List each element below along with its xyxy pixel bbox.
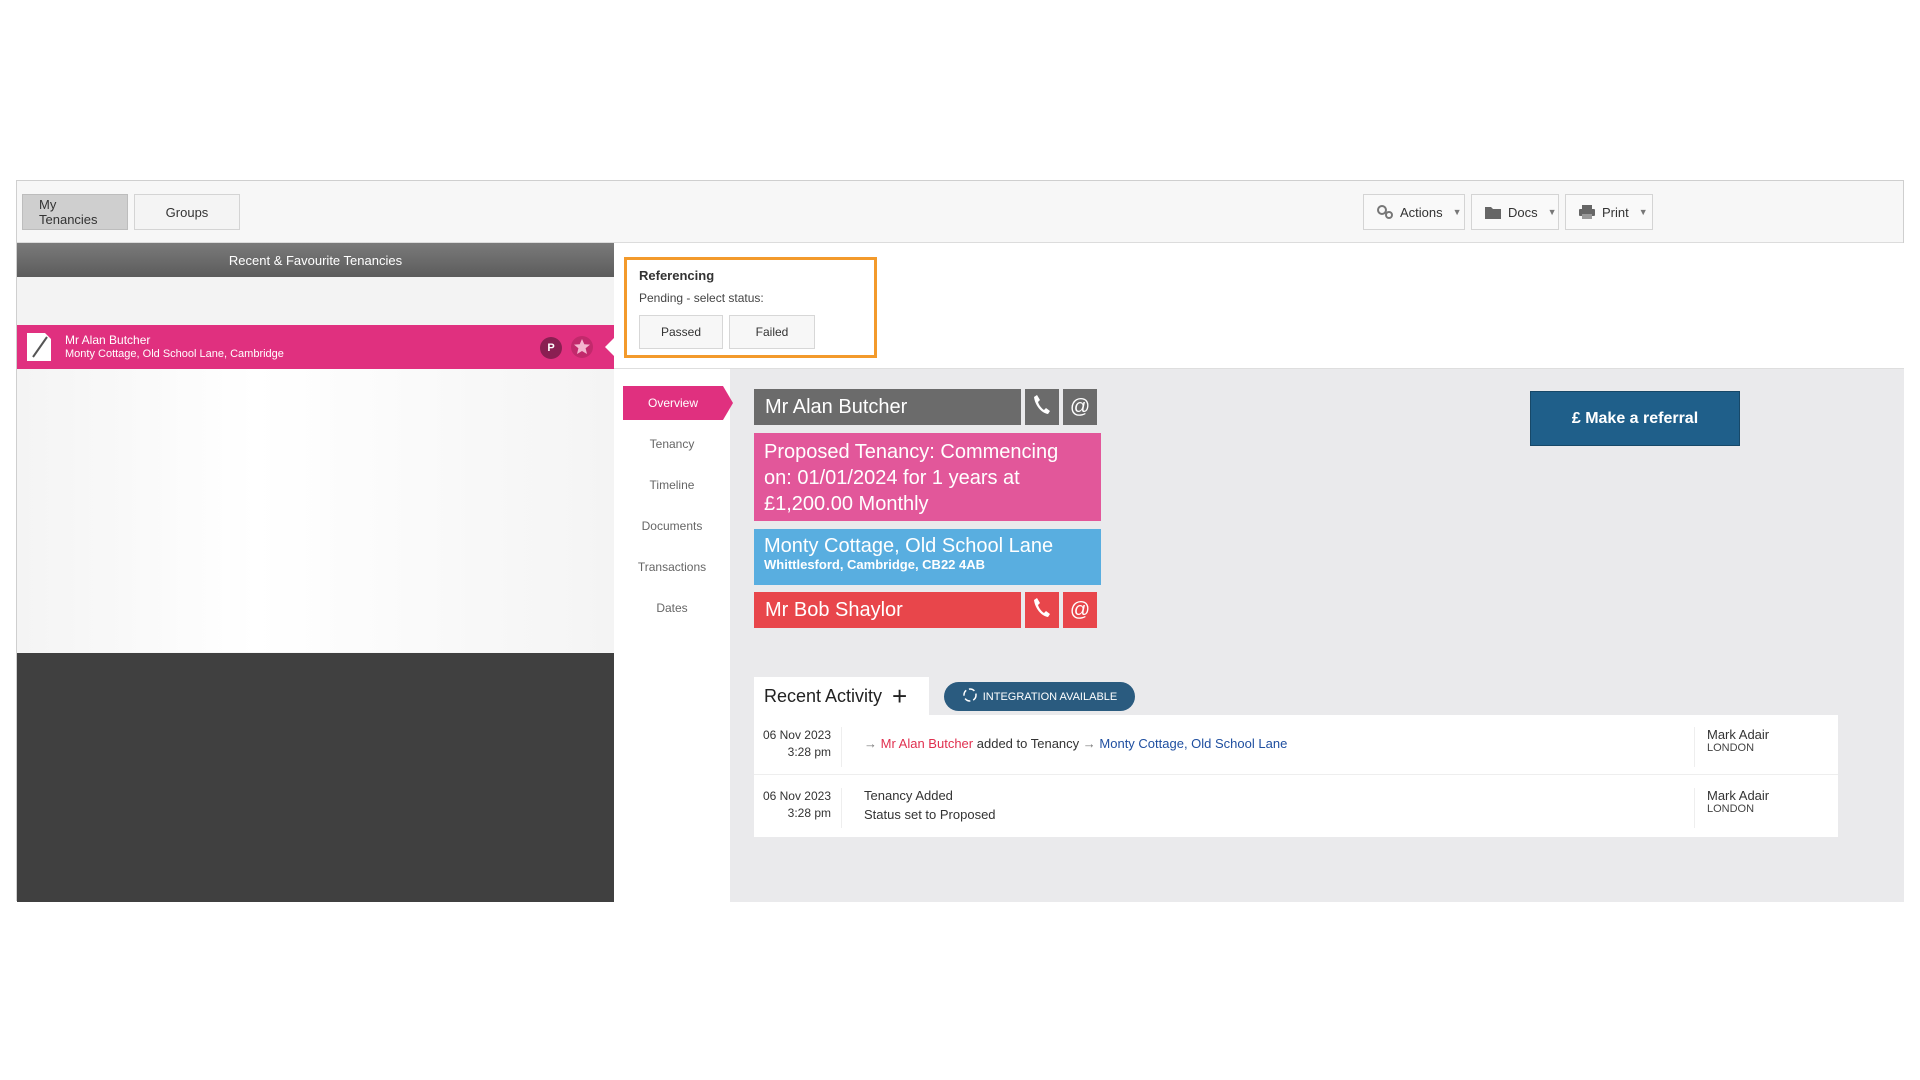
- subnav-documents[interactable]: Documents: [614, 509, 730, 543]
- printer-icon: [1578, 204, 1596, 220]
- activity-time: 3:28 pm: [787, 806, 831, 820]
- sync-icon: [962, 687, 978, 706]
- property-card[interactable]: Monty Cottage, Old School Lane Whittlesf…: [754, 529, 1101, 585]
- table-row: 06 Nov 2023 3:28 pm Tenancy Added Status…: [754, 776, 1838, 836]
- activity-user-location: LONDON: [1707, 803, 1755, 815]
- activity-user: Mark Adair LONDON: [1694, 788, 1838, 828]
- activity-user-name: Mark Adair: [1707, 727, 1770, 742]
- table-row: 06 Nov 2023 3:28 pm → Mr Alan Butcher ad…: [754, 715, 1838, 775]
- caret-down-icon: ▼: [1638, 207, 1648, 217]
- activity-description: → Mr Alan Butcher added to Tenancy → Mon…: [864, 734, 1287, 753]
- print-label: Print: [1602, 204, 1629, 220]
- gears-icon: [1376, 204, 1394, 220]
- activity-time: 3:28 pm: [787, 745, 831, 759]
- docs-button[interactable]: Docs ▼: [1471, 194, 1559, 230]
- activity-action: added to Tenancy: [976, 736, 1080, 751]
- tenant-name: Mr Alan Butcher: [765, 395, 908, 418]
- activity-line2: Status set to Proposed: [864, 807, 996, 822]
- star-icon[interactable]: [570, 335, 594, 359]
- email-at-icon: @: [1069, 598, 1091, 621]
- referencing-subtitle: Pending - select status:: [639, 291, 764, 305]
- activity-person-link[interactable]: Mr Alan Butcher: [881, 736, 974, 751]
- make-referral-button[interactable]: £ Make a referral: [1530, 391, 1740, 446]
- subnav-dates[interactable]: Dates: [614, 591, 730, 625]
- actions-label: Actions: [1400, 204, 1443, 220]
- referencing-title: Referencing: [639, 268, 715, 283]
- activity-datetime: 06 Nov 2023 3:28 pm: [754, 788, 842, 828]
- tenant-name-bar[interactable]: Mr Alan Butcher: [754, 389, 1021, 425]
- phone-icon: [1032, 393, 1052, 421]
- tenancy-list-item[interactable]: Mr Alan Butcher Monty Cottage, Old Schoo…: [17, 325, 615, 369]
- property-address-line1: Monty Cottage, Old School Lane: [764, 535, 1054, 557]
- subnav-timeline[interactable]: Timeline: [614, 468, 730, 502]
- tenant-email-button[interactable]: @: [1063, 389, 1097, 425]
- activity-date: 06 Nov 2023: [762, 728, 831, 742]
- proposed-badge: P: [540, 337, 562, 359]
- passed-button[interactable]: Passed: [639, 315, 723, 349]
- activity-datetime: 06 Nov 2023 3:28 pm: [754, 727, 842, 767]
- activity-line1: Tenancy Added: [864, 788, 953, 803]
- activity-user: Mark Adair LONDON: [1694, 727, 1838, 767]
- integration-label: INTEGRATION AVAILABLE: [982, 690, 1118, 703]
- activity-user-location: LONDON: [1707, 742, 1755, 754]
- failed-button[interactable]: Failed: [729, 315, 815, 349]
- caret-down-icon: ▼: [1452, 207, 1462, 217]
- subnav-transactions[interactable]: Transactions: [614, 550, 730, 584]
- landlord-name: Mr Bob Shaylor: [765, 598, 903, 621]
- tenancy-summary-text: Proposed Tenancy: Commencing on: 01/01/2…: [764, 441, 1059, 515]
- tab-groups[interactable]: Groups: [134, 194, 240, 230]
- tenancy-summary-card[interactable]: Proposed Tenancy: Commencing on: 01/01/2…: [754, 433, 1101, 521]
- recent-tenancies-panel: Recent & Favourite Tenancies Mr Alan But…: [17, 243, 615, 902]
- tenancy-item-name: Mr Alan Butcher: [65, 333, 151, 347]
- recent-activity-header: Recent Activity +: [754, 677, 929, 715]
- actions-button[interactable]: Actions ▼: [1363, 194, 1465, 230]
- tenancy-content: Overview Tenancy Timeline Documents Tran…: [614, 368, 1904, 903]
- property-address-line2: Whittlesford, Cambridge, CB22 4AB: [764, 557, 986, 572]
- activity-user-name: Mark Adair: [1707, 788, 1770, 803]
- subnav-tenancy[interactable]: Tenancy: [614, 427, 730, 461]
- panel-footer-area: [17, 653, 614, 902]
- email-at-icon: @: [1069, 395, 1091, 418]
- recent-activity-title: Recent Activity: [764, 685, 883, 706]
- folder-icon: [1484, 205, 1502, 220]
- caret-down-icon: ▼: [1547, 207, 1557, 217]
- activity-description: Tenancy Added Status set to Proposed: [864, 786, 996, 824]
- top-toolbar: My Tenancies Groups Actions ▼ Docs ▼ Pri…: [17, 181, 1903, 243]
- referencing-box: Referencing Pending - select status: Pas…: [624, 257, 877, 358]
- recent-activity-table: 06 Nov 2023 3:28 pm → Mr Alan Butcher ad…: [754, 715, 1838, 837]
- add-activity-button[interactable]: +: [892, 683, 907, 709]
- recent-tenancies-header: Recent & Favourite Tenancies: [17, 243, 614, 277]
- landlord-name-bar[interactable]: Mr Bob Shaylor: [754, 592, 1021, 628]
- subnav-overview[interactable]: Overview: [623, 386, 733, 420]
- tenant-phone-button[interactable]: [1025, 389, 1059, 425]
- tenancy-item-text: Mr Alan Butcher Monty Cottage, Old Schoo…: [65, 333, 284, 361]
- landlord-phone-button[interactable]: [1025, 592, 1059, 628]
- integration-available-button[interactable]: INTEGRATION AVAILABLE: [944, 682, 1135, 711]
- docs-label: Docs: [1508, 204, 1538, 220]
- arrow-right-icon: →: [864, 736, 877, 751]
- panel-spacer: [17, 277, 614, 325]
- activity-property-link[interactable]: Monty Cottage, Old School Lane: [1099, 736, 1287, 751]
- tenancy-subnav: Overview Tenancy Timeline Documents Tran…: [614, 369, 733, 903]
- phone-icon: [1032, 596, 1052, 624]
- main-area: Referencing Pending - select status: Pas…: [614, 243, 1904, 903]
- panel-empty-area: [17, 369, 614, 652]
- tenancy-item-address: Monty Cottage, Old School Lane, Cambridg…: [65, 348, 284, 360]
- arrow-right-icon: →: [1082, 736, 1096, 751]
- activity-date: 06 Nov 2023: [762, 789, 831, 803]
- landlord-email-button[interactable]: @: [1063, 592, 1097, 628]
- print-button[interactable]: Print ▼: [1565, 194, 1653, 230]
- tab-my-tenancies[interactable]: My Tenancies: [22, 194, 128, 230]
- document-icon: [25, 331, 53, 363]
- app-window: My Tenancies Groups Actions ▼ Docs ▼ Pri…: [16, 180, 1904, 903]
